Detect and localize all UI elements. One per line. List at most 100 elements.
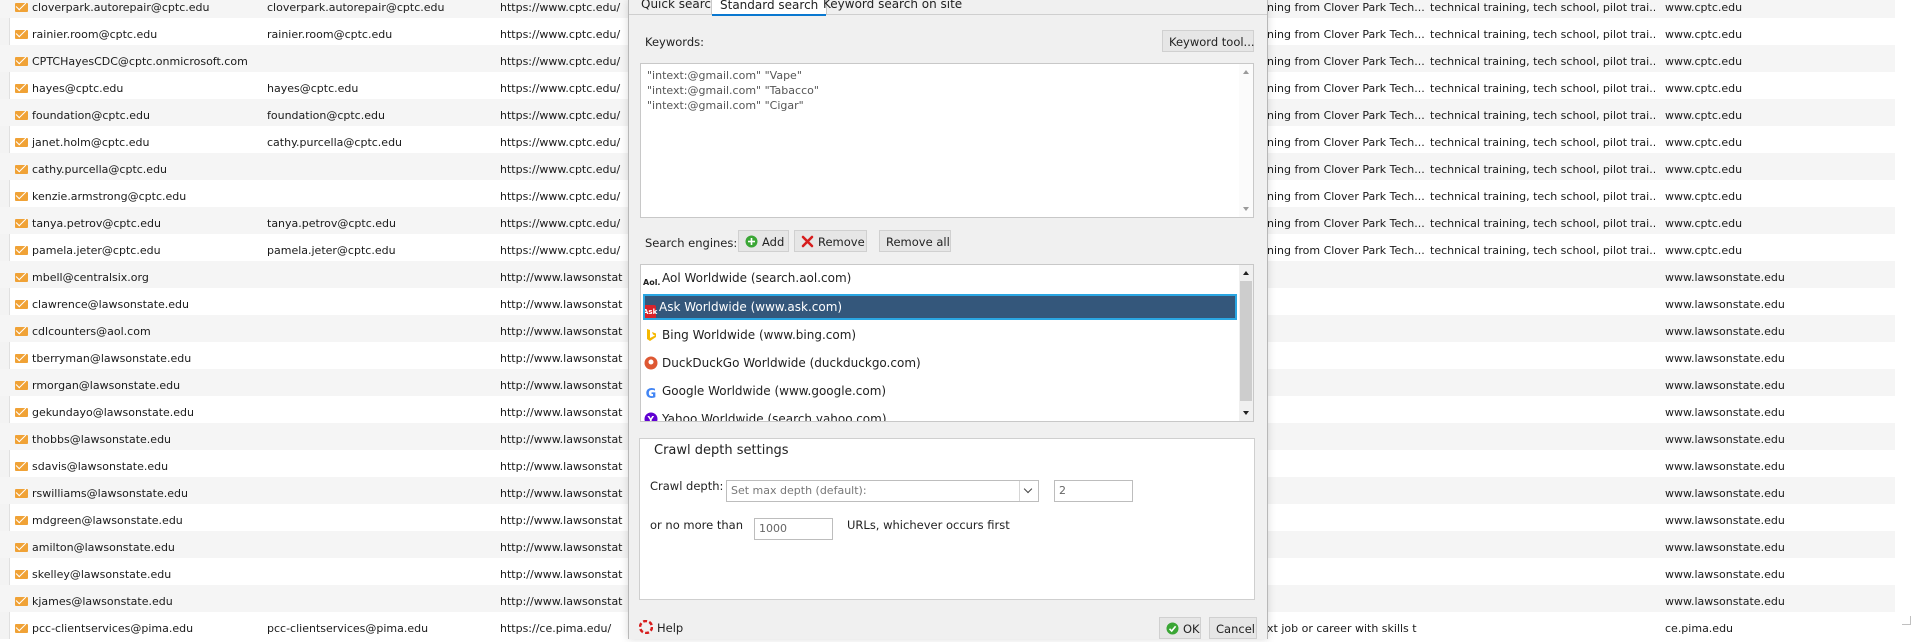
scroll-down-icon[interactable] <box>1243 411 1249 415</box>
keywords-cell: technical training, tech school, pilot t… <box>1430 244 1655 257</box>
email-text: thobbs@lawsonstate.edu <box>32 433 172 446</box>
engine-label: DuckDuckGo Worldwide (duckduckgo.com) <box>662 356 921 370</box>
url-cell: http://www.lawsonstat <box>500 487 623 500</box>
mail-icon <box>15 516 28 525</box>
email-cell: janet.holm@cptc.edu <box>15 126 255 153</box>
email-cell: mdgreen@lawsonstate.edu <box>15 504 255 531</box>
engine-item-aol[interactable]: Aol. Aol Worldwide (search.aol.com) <box>643 265 1237 291</box>
search-engines-label: Search engines: <box>645 236 738 250</box>
alt-email-cell <box>267 504 497 531</box>
alt-email-cell: foundation@cptc.edu <box>267 109 385 122</box>
ok-button[interactable]: OK <box>1159 617 1201 639</box>
title-cell: ning from Clover Park Tech... <box>1267 109 1425 122</box>
no-more-than-label: or no more than <box>650 518 743 532</box>
email-text: sdavis@lawsonstate.edu <box>32 460 169 473</box>
engine-item-bing[interactable]: Bing Worldwide (www.bing.com) <box>643 322 1237 348</box>
domain-cell: www.lawsonstate.edu <box>1665 325 1785 338</box>
add-engine-button[interactable]: Add <box>738 230 789 252</box>
scroll-down-icon[interactable] <box>1243 207 1249 211</box>
engines-scroll-thumb[interactable] <box>1240 281 1252 401</box>
engine-item-ask[interactable]: Ask Ask Worldwide (www.ask.com) <box>643 294 1237 320</box>
email-cell: CPTCHayesCDC@cptc.onmicrosoft.com <box>15 45 255 72</box>
keywords-textarea[interactable]: "intext:@gmail.com" "Vape" "intext:@gmai… <box>640 63 1254 218</box>
dialog-button-bar: Help OK Cancel <box>629 617 1267 639</box>
search-settings-dialog: Quick search Standard search Keyword sea… <box>628 0 1268 639</box>
domain-cell: www.cptc.edu <box>1665 136 1743 149</box>
engine-label: Aol Worldwide (search.aol.com) <box>662 271 852 285</box>
title-cell: ning from Clover Park Tech... <box>1267 82 1425 95</box>
engine-item-duckduckgo[interactable]: DuckDuckGo Worldwide (duckduckgo.com) <box>643 350 1237 376</box>
domain-cell: www.cptc.edu <box>1665 109 1743 122</box>
keyword-line: "intext:@gmail.com" "Vape" <box>647 69 802 82</box>
url-limit-input[interactable]: 1000 <box>754 518 833 540</box>
search-engines-list[interactable]: Aol. Aol Worldwide (search.aol.com) Ask As… <box>640 264 1254 422</box>
title-cell <box>1267 558 1427 585</box>
alt-email-cell <box>267 423 497 450</box>
keyword-tool-button[interactable]: Keyword tool... <box>1162 30 1255 52</box>
cancel-button[interactable]: Cancel <box>1209 617 1257 639</box>
title-cell <box>1267 396 1427 423</box>
engine-item-google[interactable]: G Google Worldwide (www.google.com) <box>643 378 1237 404</box>
tab-standard-search[interactable]: Standard search <box>711 0 828 16</box>
search-tabs: Quick search Standard search Keyword sea… <box>629 0 1267 16</box>
chevron-down-icon[interactable] <box>1019 481 1038 501</box>
email-text: rswilliams@lawsonstate.edu <box>32 487 188 500</box>
remove-all-button[interactable]: Remove all <box>879 230 951 252</box>
mail-icon <box>15 597 28 606</box>
tab-keyword-search-on-site[interactable]: Keyword search on site <box>815 0 970 14</box>
engines-scrollbar[interactable] <box>1239 265 1253 421</box>
crawl-depth-title: Crawl depth settings <box>652 443 791 458</box>
domain-cell: www.lawsonstate.edu <box>1665 514 1785 527</box>
email-cell: kenzie.armstrong@cptc.edu <box>15 180 255 207</box>
engine-label: Yahoo Worldwide (search.yahoo.com) <box>662 412 887 422</box>
url-cell: http://www.lawsonstat <box>500 568 623 581</box>
keywords-cell: technical training, tech school, pilot t… <box>1430 28 1655 41</box>
keywords-cell <box>1430 288 1655 315</box>
email-cell: cloverpark.autorepair@cptc.edu <box>15 0 255 18</box>
email-text: CPTCHayesCDC@cptc.onmicrosoft.com <box>32 55 248 68</box>
svg-text:Y: Y <box>647 416 655 423</box>
alt-email-cell: cathy.purcella@cptc.edu <box>267 136 403 149</box>
resize-grip-icon <box>1902 616 1911 625</box>
alt-email-cell <box>267 531 497 558</box>
alt-email-cell: pamela.jeter@cptc.edu <box>267 244 396 257</box>
url-cell: http://www.lawsonstat <box>500 433 623 446</box>
email-text: cathy.purcella@cptc.edu <box>32 163 168 176</box>
domain-cell: www.cptc.edu <box>1665 28 1743 41</box>
table-scrollbar[interactable] <box>1895 0 1919 639</box>
url-limit-suffix: URLs, whichever occurs first <box>847 518 1010 532</box>
keywords-scrollbar[interactable] <box>1239 64 1253 217</box>
email-text: tanya.petrov@cptc.edu <box>32 217 161 230</box>
scroll-up-icon[interactable] <box>1243 271 1249 275</box>
domain-cell: www.lawsonstate.edu <box>1665 298 1785 311</box>
url-cell: https://www.cptc.edu/ <box>500 28 621 41</box>
keywords-cell <box>1430 342 1655 369</box>
engine-item-yahoo[interactable]: Y Yahoo Worldwide (search.yahoo.com) <box>643 406 1237 423</box>
url-cell: http://www.lawsonstat <box>500 271 623 284</box>
engine-label: Ask Worldwide (www.ask.com) <box>659 300 843 314</box>
email-text: foundation@cptc.edu <box>32 109 150 122</box>
url-cell: http://www.lawsonstat <box>500 298 623 311</box>
url-cell: http://www.lawsonstat <box>500 379 623 392</box>
email-cell: foundation@cptc.edu <box>15 99 255 126</box>
domain-cell: www.cptc.edu <box>1665 217 1743 230</box>
keywords-cell <box>1430 612 1655 639</box>
mail-icon <box>15 624 28 633</box>
email-cell: tberryman@lawsonstate.edu <box>15 342 255 369</box>
help-button[interactable]: Help <box>633 617 688 639</box>
keywords-cell: technical training, tech school, pilot t… <box>1430 82 1655 95</box>
remove-engine-button[interactable]: Remove <box>794 230 867 252</box>
crawl-depth-input[interactable]: 2 <box>1054 480 1133 502</box>
email-text: kjames@lawsonstate.edu <box>32 595 173 608</box>
mail-icon <box>15 219 28 228</box>
scroll-up-icon[interactable] <box>1243 70 1249 74</box>
url-cell: http://www.lawsonstat <box>500 352 623 365</box>
keywords-cell: technical training, tech school, pilot t… <box>1430 55 1655 68</box>
alt-email-cell <box>267 477 497 504</box>
engine-label: Bing Worldwide (www.bing.com) <box>662 328 857 342</box>
alt-email-cell <box>267 180 497 207</box>
title-cell <box>1267 477 1427 504</box>
title-cell <box>1267 450 1427 477</box>
email-cell: pamela.jeter@cptc.edu <box>15 234 255 261</box>
crawl-depth-select[interactable]: Set max depth (default): <box>726 480 1039 502</box>
